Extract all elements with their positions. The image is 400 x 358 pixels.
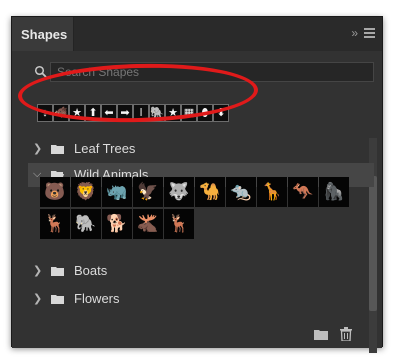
bear-icon[interactable]: 🐻 (40, 177, 70, 207)
tab-shapes[interactable]: Shapes (12, 17, 74, 51)
chevron-right-icon[interactable]: ❯ (33, 142, 42, 155)
search-icon (34, 65, 47, 78)
group-label: Leaf Trees (74, 141, 136, 156)
coyote-icon[interactable]: 🐕 (102, 209, 132, 239)
search-input[interactable] (50, 62, 374, 82)
collapse-panel-icon[interactable]: » (351, 26, 358, 40)
chevron-right-icon[interactable]: ❯ (33, 292, 42, 305)
wild-animals-grid: 🐻 🦁 🦏 🦅 🐺 🐪 🐀 🦒 🦘 🦍 🦌 🐘 🐕 🫎 🦌 (40, 177, 360, 241)
recent-shape-11-icon[interactable]: ⬮ (197, 104, 213, 122)
group-boats[interactable]: ❯ Boats (28, 259, 374, 283)
moose-icon[interactable]: 🫎 (133, 209, 163, 239)
group-flowers[interactable]: ❯ Flowers (28, 287, 374, 311)
thumb-row: 🦌 🐘 🐕 🫎 🦌 (40, 209, 360, 239)
chevron-right-icon[interactable]: ❯ (33, 264, 42, 277)
recent-shape-2-icon[interactable]: 🐗 (53, 104, 69, 122)
camel-icon[interactable]: 🐪 (195, 177, 225, 207)
new-group-folder-icon[interactable] (314, 329, 328, 340)
lion-icon[interactable]: 🦁 (71, 177, 101, 207)
panel-titlebar: Shapes » (12, 17, 382, 51)
deer-icon[interactable]: 🦌 (40, 209, 70, 239)
panel-menu-icon[interactable] (364, 28, 375, 38)
recent-shape-7-icon[interactable]: ǀ (133, 104, 149, 122)
recent-shape-3-icon[interactable]: ★ (69, 104, 85, 122)
search-bar (34, 62, 374, 82)
recent-shape-8-icon[interactable]: 🐘 (149, 104, 165, 122)
recent-shape-4-icon[interactable]: ⬆ (85, 104, 101, 122)
recent-shape-10-icon[interactable]: ▦ (181, 104, 197, 122)
folder-icon (51, 267, 64, 276)
recent-shape-6-icon[interactable]: ➡ (117, 104, 133, 122)
wolf-icon[interactable]: 🐺 (164, 177, 194, 207)
gorilla-icon[interactable]: 🦍 (319, 177, 349, 207)
thumb-row: 🐻 🦁 🦏 🦅 🐺 🐪 🐀 🦒 🦘 🦍 (40, 177, 360, 207)
folder-icon (51, 145, 64, 154)
recent-shape-5-icon[interactable]: ⬅ (101, 104, 117, 122)
folder-icon (51, 295, 64, 304)
recent-shapes-strip: ↓ 🐗 ★ ⬆ ⬅ ➡ ǀ 🐘 ★ ▦ ⬮ ⬇ (37, 104, 229, 122)
trash-icon[interactable] (340, 327, 352, 341)
rhino-icon[interactable]: 🦏 (102, 177, 132, 207)
panel-footer (12, 322, 382, 348)
group-label: Boats (74, 263, 108, 278)
recent-shape-1-icon[interactable]: ↓ (37, 104, 53, 122)
group-label: Flowers (74, 291, 120, 306)
bird-icon[interactable]: 🦅 (133, 177, 163, 207)
kangaroo-icon[interactable]: 🦘 (288, 177, 318, 207)
reindeer-icon[interactable]: 🦌 (164, 209, 194, 239)
recent-shape-9-icon[interactable]: ★ (165, 104, 181, 122)
group-leaf-trees[interactable]: ❯ Leaf Trees (28, 137, 374, 161)
giraffe-icon[interactable]: 🦒 (257, 177, 287, 207)
elephant-icon[interactable]: 🐘 (71, 209, 101, 239)
rat-icon[interactable]: 🐀 (226, 177, 256, 207)
recent-shape-12-icon[interactable]: ⬇ (213, 104, 229, 122)
